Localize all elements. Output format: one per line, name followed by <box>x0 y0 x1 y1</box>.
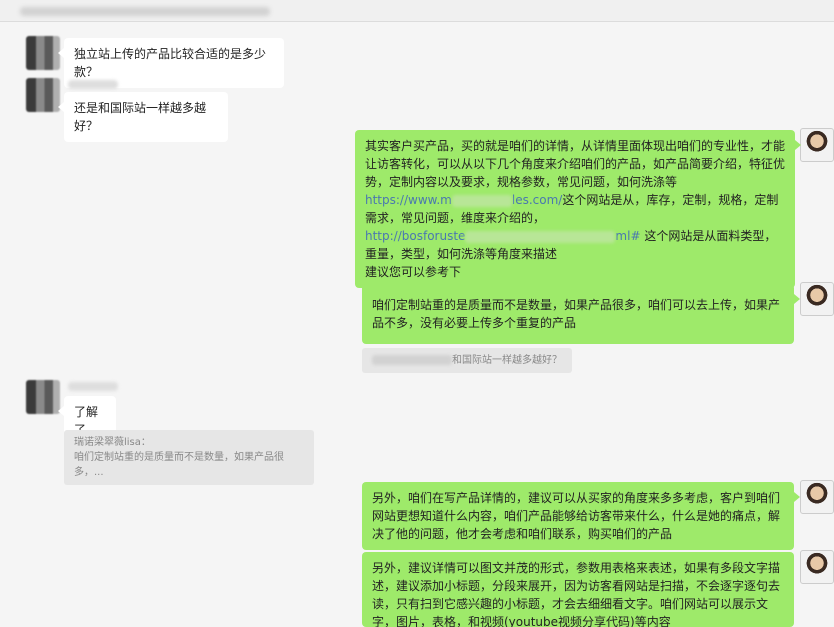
own-avatar[interactable] <box>800 128 834 162</box>
own-avatar[interactable] <box>800 550 834 584</box>
message-bubble[interactable]: 另外，咱们在写产品详情的，建议可以从买家的角度来多多考虑，客户到咱们网站更想知道… <box>362 482 800 550</box>
own-avatar[interactable] <box>800 282 834 316</box>
contact-avatar[interactable] <box>26 380 60 414</box>
quoted-message[interactable]: 和国际站一样越多越好？ <box>362 348 572 373</box>
message-text: 建议您可以参考下 <box>365 265 462 279</box>
message-bubble[interactable]: 另外，建议详情可以图文并茂的形式，参数用表格来表述，如果有多段文字描述，建议添加… <box>362 552 794 627</box>
masked-text <box>465 230 616 243</box>
blurred-sender-name <box>68 80 118 89</box>
blurred-sender-name <box>68 382 118 391</box>
message-link[interactable]: http://bosforuste ml# <box>365 229 641 243</box>
contact-avatar[interactable] <box>26 36 60 70</box>
message-bubble[interactable]: 其实客户买产品，买的就是咱们的详情，从详情里面体现出咱们的专业性，才能让访客转化… <box>355 130 801 288</box>
window-top-bar <box>0 0 834 22</box>
masked-text <box>372 355 452 365</box>
message-link[interactable]: https://www.m les.com/ <box>365 193 562 207</box>
quoted-text: 咱们定制站重的是质量而不是数量，如果产品很多，... <box>74 452 284 478</box>
masked-text <box>451 194 512 207</box>
quoted-sender: 瑞诺梁翠薇lisa： <box>74 437 151 448</box>
quoted-message[interactable]: 瑞诺梁翠薇lisa： 咱们定制站重的是质量而不是数量，如果产品很多，... <box>64 430 314 485</box>
message-bubble[interactable]: 咱们定制站重的是质量而不是数量，如果产品很多，咱们可以去上传，如果产品不多，没有… <box>362 284 800 344</box>
message-text: 其实客户买产品，买的就是咱们的详情，从详情里面体现出咱们的专业性，才能让访客转化… <box>365 139 786 189</box>
message-bubble[interactable]: 还是和国际站一样越多越好？ <box>58 92 228 142</box>
own-avatar[interactable] <box>800 480 834 514</box>
contact-avatar[interactable] <box>26 78 60 112</box>
blurred-title <box>20 7 270 16</box>
